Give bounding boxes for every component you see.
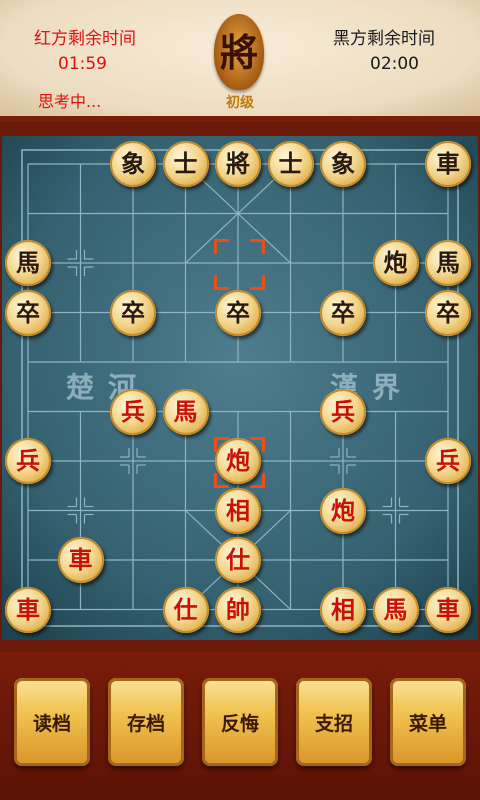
undo-button[interactable]: 反悔 [202,678,278,766]
piece-label: 車 [436,149,460,178]
red-time-label: 红方剩余时间 [34,29,136,49]
piece-label: 卒 [121,297,145,327]
black-piece[interactable]: 卒 [425,289,471,336]
red-piece[interactable]: 帥 [215,586,261,633]
red-piece[interactable]: 炮 [320,487,366,534]
black-time-label: 黑方剩余时间 [333,29,435,49]
piece-label: 炮 [331,495,355,525]
red-piece[interactable]: 炮 [215,438,261,484]
piece-label: 炮 [226,446,250,475]
piece-label: 馬 [436,248,460,277]
red-timer: 01:59 [58,54,107,74]
piece-label: 相 [331,594,355,624]
piece-label: 相 [226,495,250,525]
emblem-character: 將 [219,30,258,75]
piece-label: 車 [16,594,40,624]
black-timer: 02:00 [370,54,419,74]
piece-label: 兵 [121,396,145,426]
black-piece[interactable]: 卒 [320,289,366,336]
black-piece[interactable]: 馬 [425,240,471,286]
piece-label: 士 [173,149,198,178]
black-piece[interactable]: 炮 [372,240,419,286]
black-piece[interactable]: 馬 [5,240,51,286]
red-piece[interactable]: 相 [320,586,366,633]
button-label: 反悔 [220,712,259,735]
piece-label: 象 [121,149,145,178]
piece-label: 卒 [331,297,355,327]
red-piece[interactable]: 車 [5,586,51,633]
piece-label: 仕 [226,545,250,574]
black-piece[interactable]: 士 [162,141,209,187]
game-header: 红方剩余时间 01:59 思考中... 黑方剩余时间 02:00 將 初级 [0,0,480,122]
piece-label: 炮 [383,248,408,277]
piece-label: 車 [436,594,460,624]
piece-label: 帥 [226,594,250,624]
move-highlight-bracket [214,275,229,290]
black-piece[interactable]: 將 [215,141,261,187]
red-piece[interactable]: 仕 [162,586,209,633]
red-piece[interactable]: 車 [57,537,104,583]
piece-label: 馬 [16,248,40,277]
piece-label: 將 [226,149,250,178]
piece-label: 士 [278,149,303,178]
button-label: 菜单 [408,712,447,735]
piece-label: 卒 [16,297,40,327]
piece-label: 仕 [173,594,198,624]
move-highlight-bracket [250,275,265,290]
move-highlight-bracket [250,239,265,254]
red-piece[interactable]: 車 [425,586,471,633]
button-label: 存档 [126,712,165,735]
general-emblem-icon: 將 [214,14,264,90]
piece-label: 車 [68,545,93,574]
black-piece[interactable]: 卒 [5,289,51,336]
hint-button[interactable]: 支招 [296,678,372,766]
save-game-button[interactable]: 存档 [108,678,184,766]
red-piece[interactable]: 兵 [110,388,156,435]
difficulty-level: 初级 [226,95,254,111]
piece-label: 馬 [383,594,408,624]
black-piece[interactable]: 卒 [215,289,261,336]
red-status: 思考中... [38,92,102,111]
red-piece[interactable]: 馬 [162,388,209,435]
black-piece[interactable]: 象 [320,141,366,187]
red-piece[interactable]: 仕 [215,537,261,583]
black-piece[interactable]: 卒 [110,289,156,336]
red-piece[interactable]: 馬 [372,586,419,633]
piece-label: 兵 [331,396,355,426]
piece-label: 兵 [16,446,40,475]
menu-button[interactable]: 菜单 [390,678,466,766]
red-piece[interactable]: 相 [215,487,261,534]
black-piece[interactable]: 車 [425,141,471,187]
piece-label: 馬 [173,396,198,426]
move-highlight-bracket [214,239,229,254]
piece-label: 象 [331,149,355,178]
red-piece[interactable]: 兵 [5,438,51,484]
load-game-button[interactable]: 读档 [14,678,90,766]
button-label: 读档 [32,712,71,735]
red-piece[interactable]: 兵 [320,388,366,435]
piece-label: 卒 [226,297,250,327]
piece-label: 卒 [436,297,460,327]
red-piece[interactable]: 兵 [425,438,471,484]
black-piece[interactable]: 象 [110,141,156,187]
button-label: 支招 [314,712,353,735]
piece-label: 兵 [436,446,460,475]
black-piece[interactable]: 士 [267,141,314,187]
